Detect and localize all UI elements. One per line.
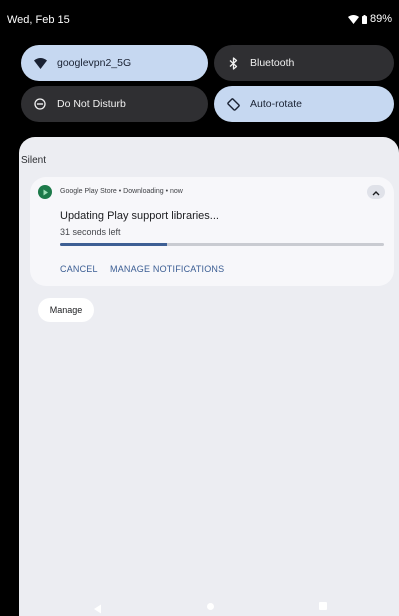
notification-subtitle: 31 seconds left (60, 227, 121, 237)
tile-label: Bluetooth (250, 57, 295, 69)
auto-rotate-icon (226, 97, 240, 111)
play-store-icon (38, 185, 52, 199)
do-not-disturb-icon (33, 97, 47, 111)
tile-label: Auto-rotate (250, 98, 302, 110)
manage-button[interactable]: Manage (38, 298, 94, 322)
tile-label: Do Not Disturb (57, 98, 126, 110)
home-icon[interactable] (207, 603, 214, 610)
section-label-silent: Silent (21, 155, 47, 166)
screen: Wed, Feb 15 89% googlevpn2_5G Bluetooth … (0, 0, 399, 616)
download-progress-fill (60, 243, 167, 246)
tile-bluetooth[interactable]: Bluetooth (214, 45, 394, 81)
status-bar: Wed, Feb 15 89% (0, 0, 399, 38)
status-icons: 89% (347, 13, 392, 25)
wifi-icon (347, 14, 359, 24)
chevron-up-icon (372, 183, 380, 201)
status-date: Wed, Feb 15 (7, 14, 70, 26)
notification-header: Google Play Store • Downloading • now (60, 188, 183, 195)
notification-title: Updating Play support libraries... (60, 210, 219, 222)
wifi-icon (33, 56, 47, 70)
battery-icon (361, 14, 367, 24)
tile-wifi[interactable]: googlevpn2_5G (21, 45, 208, 81)
tile-auto-rotate[interactable]: Auto-rotate (214, 86, 394, 122)
cancel-button[interactable]: CANCEL (60, 264, 98, 274)
download-progress-bar (60, 243, 384, 246)
recents-icon[interactable] (319, 602, 327, 610)
back-icon[interactable] (93, 601, 102, 616)
manage-notifications-button[interactable]: MANAGE NOTIFICATIONS (110, 264, 224, 274)
tile-do-not-disturb[interactable]: Do Not Disturb (21, 86, 208, 122)
bluetooth-icon (226, 56, 240, 70)
tile-label: googlevpn2_5G (57, 57, 132, 69)
collapse-button[interactable] (367, 185, 385, 199)
battery-level: 89% (369, 13, 392, 25)
